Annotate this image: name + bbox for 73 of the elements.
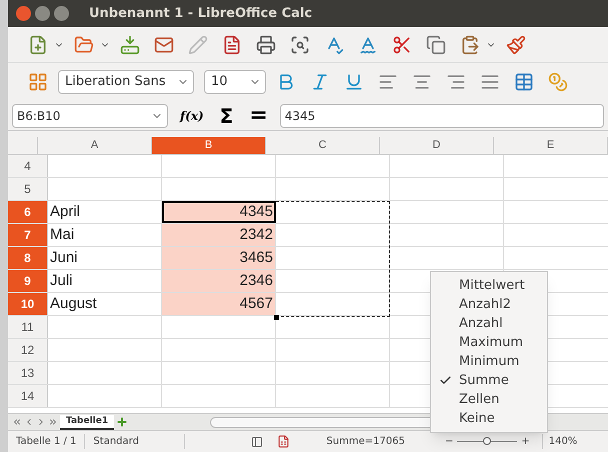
zoom-slider-thumb[interactable]	[483, 437, 492, 445]
formula-input-field[interactable]: 4345	[280, 104, 604, 128]
menu-item[interactable]: Anzahl2	[431, 295, 547, 314]
table-cell-text: 2346	[240, 270, 273, 291]
row-header[interactable]: 14	[8, 385, 48, 407]
print-button[interactable]	[256, 34, 276, 54]
styles-button[interactable]	[28, 72, 48, 92]
merge-cells-button[interactable]	[514, 72, 534, 92]
sum-button[interactable]: Σ	[216, 100, 238, 130]
table-cell-text: 4567	[240, 294, 273, 314]
page-style: Standard	[85, 434, 186, 449]
menu-item[interactable]: Maximum	[431, 333, 547, 352]
last-sheet-icon[interactable]	[48, 417, 58, 427]
table-cell-text: 3465	[240, 248, 273, 268]
table-cell-text: 2342	[240, 224, 273, 245]
table-cell-text: Juli	[50, 270, 73, 291]
document-modified-icon[interactable]	[277, 435, 290, 448]
new-document-button[interactable]	[28, 34, 48, 54]
first-sheet-icon[interactable]	[12, 417, 22, 427]
row-header[interactable]: 6	[8, 201, 48, 223]
column-header[interactable]: B	[152, 137, 266, 154]
coins-icon[interactable]	[548, 72, 568, 92]
sheet-count: Tabelle 1 / 1	[8, 434, 86, 449]
underline-button[interactable]	[344, 72, 364, 92]
table-cell-text: August	[50, 294, 97, 314]
sheet-tab[interactable]: Tabelle1	[60, 414, 114, 430]
row-header[interactable]: 12	[8, 339, 48, 361]
row-header[interactable]: 13	[8, 362, 48, 384]
save-button[interactable]	[120, 34, 140, 54]
row-header[interactable]: 4	[8, 155, 48, 177]
close-button[interactable]	[16, 6, 31, 21]
zoom-in-button[interactable]: +	[521, 434, 530, 449]
menu-item[interactable]: Zellen	[431, 390, 547, 409]
zoom-percentage: 140%	[542, 434, 578, 449]
menu-item[interactable]: Minimum	[431, 352, 547, 371]
auto-spellcheck-button[interactable]	[358, 34, 378, 54]
row-header[interactable]: 7	[8, 224, 48, 246]
name-box[interactable]: B6:B10	[12, 104, 168, 128]
table-cell-text: Juni	[50, 248, 78, 268]
function-wizard-button[interactable]: f(x)	[176, 106, 208, 124]
menu-item[interactable]: Mittelwert	[431, 276, 547, 295]
row-header[interactable]: 10	[8, 293, 48, 315]
row-header[interactable]: 5	[8, 178, 48, 200]
menu-item[interactable]: Anzahl	[431, 314, 547, 333]
table-cell-text: April	[50, 202, 80, 222]
pdf-export-button[interactable]	[222, 34, 242, 54]
window-title: Unbenannt 1 - LibreOffice Calc	[89, 4, 312, 23]
column-header[interactable]: E	[494, 137, 608, 154]
cut-button[interactable]	[392, 34, 412, 54]
function-button[interactable]: =	[245, 99, 272, 132]
zoom-out-button[interactable]: −	[444, 434, 454, 449]
minimize-button[interactable]	[35, 6, 50, 21]
row-header[interactable]: 11	[8, 316, 48, 338]
menu-item[interactable]: Keine	[431, 409, 547, 428]
paste-button[interactable]	[460, 34, 480, 54]
column-header[interactable]: C	[266, 137, 380, 154]
table-cell-text: 4345	[240, 202, 273, 222]
column-header[interactable]: D	[380, 137, 494, 154]
brush-icon[interactable]	[506, 34, 526, 54]
copy-button[interactable]	[426, 34, 446, 54]
font-size-field[interactable]: 10	[204, 70, 266, 94]
print-preview-button[interactable]	[290, 34, 310, 54]
row-header[interactable]: 9	[8, 270, 48, 292]
open-folder-button[interactable]	[74, 34, 94, 54]
table-cell-text: Mai	[50, 224, 74, 245]
email-button[interactable]	[154, 34, 174, 54]
font-name-field[interactable]: Liberation Sans	[58, 70, 194, 94]
selection-sum[interactable]: Summe=17065	[326, 434, 405, 449]
fill-handle[interactable]	[274, 315, 279, 320]
row-header[interactable]: 8	[8, 247, 48, 269]
maximize-button[interactable]	[54, 6, 69, 21]
menu-item[interactable]: Summe	[431, 371, 547, 390]
add-sheet-icon[interactable]	[116, 416, 128, 428]
